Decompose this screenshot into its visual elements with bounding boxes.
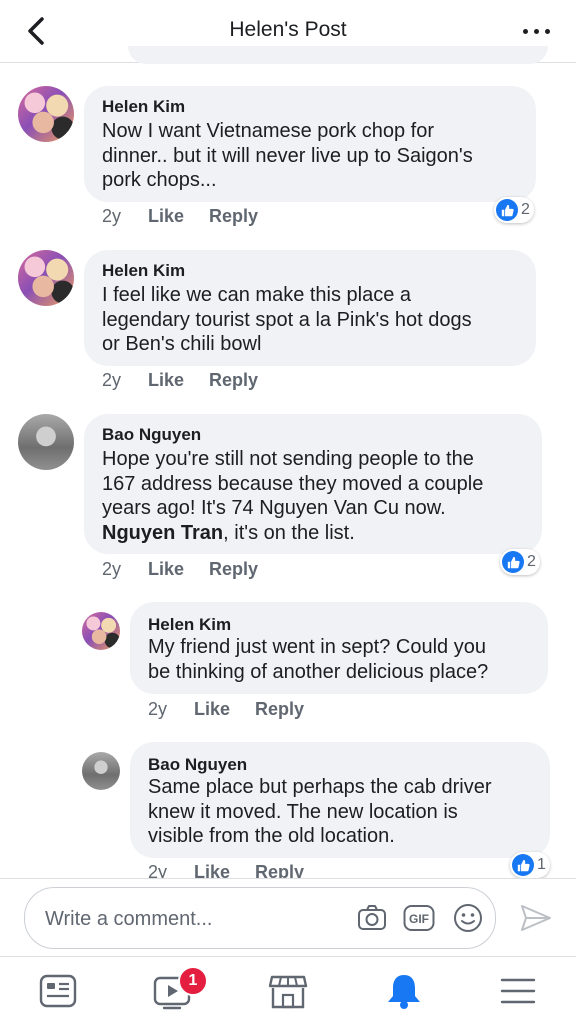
like-icon bbox=[502, 551, 524, 573]
timestamp: 2y bbox=[148, 699, 168, 719]
timestamp: 2y bbox=[102, 559, 122, 579]
comment-composer: GIF bbox=[0, 878, 576, 957]
reaction-count[interactable]: 2 bbox=[500, 549, 540, 575]
timestamp: 2y bbox=[102, 370, 122, 390]
reply-button[interactable]: Reply bbox=[209, 206, 258, 227]
comment-bubble: Helen Kim I feel like we can make this p… bbox=[84, 250, 536, 366]
reply-bubble: Helen Kim My friend just went in sept? C… bbox=[130, 602, 548, 694]
timestamp: 2y bbox=[102, 206, 122, 226]
reaction-count[interactable]: 2 bbox=[494, 197, 534, 223]
previous-comment-fragment bbox=[128, 46, 548, 64]
comment-text: Hope you're still not sending people to … bbox=[102, 448, 484, 544]
reply-text: Same place but perhaps the cab driver kn… bbox=[148, 776, 492, 847]
comment-author[interactable]: Helen Kim bbox=[102, 261, 185, 281]
more-icon bbox=[523, 29, 528, 34]
reaction-number: 1 bbox=[537, 856, 546, 873]
reply-author[interactable]: Bao Nguyen bbox=[148, 755, 247, 775]
avatar[interactable] bbox=[18, 414, 74, 470]
comment-text: I feel like we can make this place a leg… bbox=[102, 284, 472, 355]
send-icon bbox=[521, 905, 551, 931]
nav-menu[interactable] bbox=[496, 969, 540, 1013]
svg-text:GIF: GIF bbox=[409, 912, 429, 926]
comment-input[interactable] bbox=[43, 905, 347, 933]
reply-button[interactable]: Reply bbox=[209, 370, 258, 391]
avatar[interactable] bbox=[82, 752, 120, 790]
like-button[interactable]: Like bbox=[148, 559, 184, 580]
notifications-icon bbox=[388, 975, 420, 1009]
reply-button[interactable]: Reply bbox=[255, 699, 304, 720]
more-button[interactable] bbox=[520, 18, 554, 44]
comment-text: Now I want Vietnamese pork chop for dinn… bbox=[102, 120, 473, 191]
reply-bubble: Bao Nguyen Same place but perhaps the ca… bbox=[130, 742, 550, 858]
send-button[interactable] bbox=[520, 903, 552, 938]
avatar[interactable] bbox=[82, 612, 120, 650]
reaction-number: 2 bbox=[521, 201, 530, 218]
camera-button[interactable] bbox=[357, 904, 387, 937]
comment-bubble: Helen Kim Now I want Vietnamese pork cho… bbox=[84, 86, 536, 202]
avatar[interactable] bbox=[18, 250, 74, 306]
marketplace-icon bbox=[268, 975, 308, 1009]
emoji-icon bbox=[454, 904, 482, 932]
reply-button[interactable]: Reply bbox=[209, 559, 258, 580]
nav-notifications[interactable] bbox=[382, 969, 426, 1013]
reaction-count[interactable]: 1 bbox=[510, 852, 550, 878]
mention-link[interactable]: Nguyen Tran bbox=[102, 522, 223, 544]
emoji-button[interactable] bbox=[453, 903, 483, 938]
page-title: Helen's Post bbox=[229, 18, 347, 41]
reaction-number: 2 bbox=[527, 553, 536, 570]
like-button[interactable]: Like bbox=[148, 370, 184, 391]
reply-text: My friend just went in sept? Could you b… bbox=[148, 636, 489, 683]
like-icon bbox=[512, 854, 534, 876]
news-feed-icon bbox=[39, 974, 77, 1008]
comment-box[interactable]: GIF bbox=[24, 887, 496, 949]
menu-icon bbox=[500, 978, 536, 1004]
like-button[interactable]: Like bbox=[194, 699, 230, 720]
watch-notification-badge: 1 bbox=[178, 966, 208, 996]
comment-bubble: Bao Nguyen Hope you're still not sending… bbox=[84, 414, 542, 554]
comment-author[interactable]: Bao Nguyen bbox=[102, 425, 201, 445]
bottom-nav bbox=[0, 956, 576, 1025]
camera-icon bbox=[358, 905, 386, 930]
avatar[interactable] bbox=[18, 86, 74, 142]
reply-author[interactable]: Helen Kim bbox=[148, 615, 231, 635]
nav-marketplace[interactable] bbox=[266, 969, 310, 1013]
gif-icon: GIF bbox=[403, 905, 435, 931]
like-icon bbox=[496, 199, 518, 221]
comment-author[interactable]: Helen Kim bbox=[102, 97, 185, 117]
nav-news-feed[interactable] bbox=[36, 969, 80, 1013]
gif-button[interactable]: GIF bbox=[403, 904, 435, 937]
like-button[interactable]: Like bbox=[148, 206, 184, 227]
